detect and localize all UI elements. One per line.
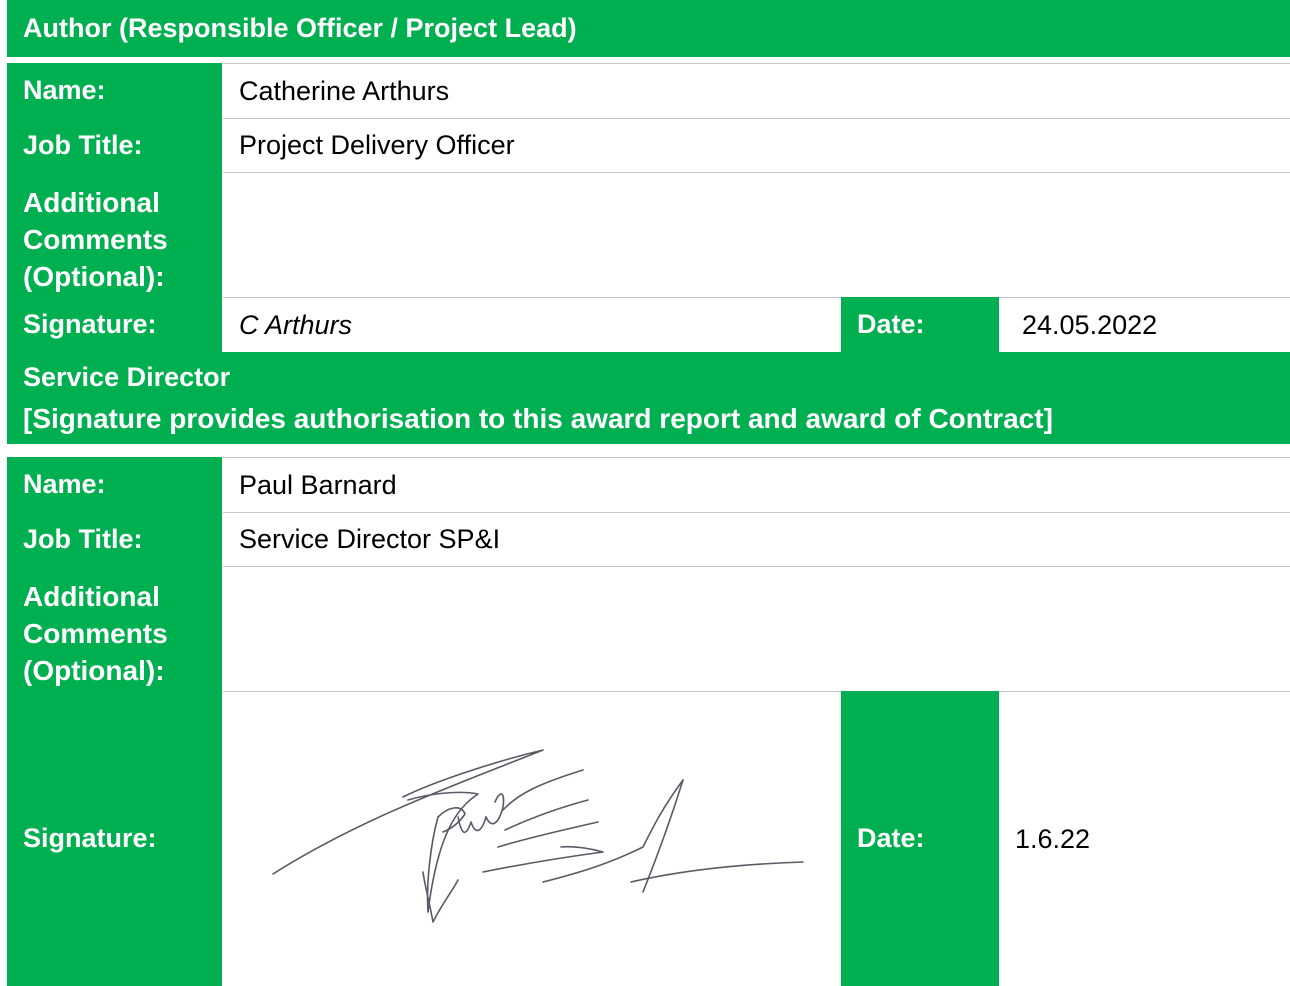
author-comments-label-line1: Additional: [23, 187, 160, 218]
handwritten-signature-image: [272, 749, 804, 923]
approval-form: Author (Responsible Officer / Project Le…: [7, 0, 1290, 986]
author-date-label: Date:: [841, 297, 999, 352]
director-comments-label-line1: Additional: [23, 581, 160, 612]
author-name-label: Name:: [7, 63, 223, 118]
author-comments-label: Additional Comments (Optional):: [7, 172, 223, 297]
author-name-value: Catherine Arthurs: [223, 63, 1290, 118]
director-job-title-value: Service Director SP&I: [223, 512, 1290, 566]
director-section-header: Service Director [Signature provides aut…: [7, 352, 1290, 444]
author-comments-value: [223, 172, 1290, 297]
director-comments-label-line3: (Optional):: [23, 655, 165, 686]
director-comments-row: Additional Comments (Optional):: [7, 566, 1290, 691]
director-comments-label-line2: Comments: [23, 618, 168, 649]
director-job-title-label: Job Title:: [7, 512, 223, 566]
director-signature-value: [223, 691, 841, 986]
author-job-title-value: Project Delivery Officer: [223, 118, 1290, 172]
author-job-title-label: Job Title:: [7, 118, 223, 172]
director-job-title-row: Job Title: Service Director SP&I: [7, 512, 1290, 566]
director-date-value: 1.6.22: [999, 691, 1290, 986]
author-job-title-row: Job Title: Project Delivery Officer: [7, 118, 1290, 172]
director-header-line1: Service Director: [23, 362, 231, 392]
author-comments-label-line2: Comments: [23, 224, 168, 255]
author-date-value: 24.05.2022: [999, 297, 1290, 352]
director-name-row: Name: Paul Barnard: [7, 457, 1290, 512]
director-signature-label: Signature:: [7, 691, 223, 986]
author-section-header: Author (Responsible Officer / Project Le…: [7, 0, 1290, 57]
author-signature-row: Signature: C Arthurs Date: 24.05.2022: [7, 297, 1290, 352]
author-comments-label-line3: (Optional):: [23, 261, 165, 292]
director-name-value: Paul Barnard: [223, 457, 1290, 512]
director-comments-label: Additional Comments (Optional):: [7, 566, 223, 691]
author-signature-value: C Arthurs: [223, 297, 841, 352]
director-header-line2: [Signature provides authorisation to thi…: [23, 403, 1053, 434]
author-name-row: Name: Catherine Arthurs: [7, 63, 1290, 118]
author-signature-label: Signature:: [7, 297, 223, 352]
director-comments-value: [223, 566, 1290, 691]
author-comments-row: Additional Comments (Optional):: [7, 172, 1290, 297]
director-date-label: Date:: [841, 691, 999, 986]
director-name-label: Name:: [7, 457, 223, 512]
director-signature-row: Signature: Date: 1.6.22: [7, 691, 1290, 986]
author-header-text: Author (Responsible Officer / Project Le…: [23, 13, 577, 43]
